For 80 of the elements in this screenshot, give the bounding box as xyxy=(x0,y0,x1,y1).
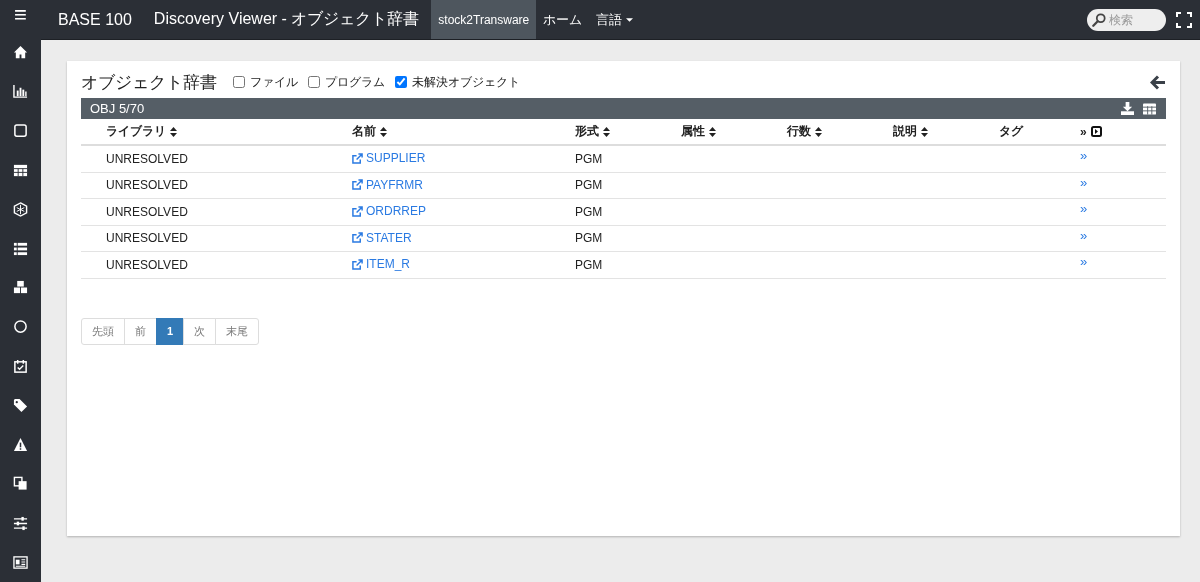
expand-link[interactable]: » xyxy=(1080,254,1088,270)
table-cell: PGM xyxy=(575,178,603,193)
circle-icon[interactable] xyxy=(13,319,28,335)
table-icon[interactable] xyxy=(13,162,28,178)
table-cell: PGM xyxy=(575,257,603,272)
brand-name: BASE 100 xyxy=(58,10,132,29)
column-header: » xyxy=(1080,124,1087,139)
download-icon[interactable] xyxy=(1121,102,1134,115)
table-cell: UNRESOLVED xyxy=(106,231,188,246)
checkbox-label: 未解決オブジェクト xyxy=(412,73,521,91)
table-cell: PGM xyxy=(575,151,603,166)
external-link-icon xyxy=(352,152,363,164)
table-cell: UNRESOLVED xyxy=(106,204,188,219)
page-title: オブジェクト辞書 xyxy=(81,71,217,94)
sort-icon[interactable] xyxy=(921,126,928,137)
column-header[interactable]: 名前 xyxy=(352,123,376,140)
nav-link[interactable]: stock2Transware xyxy=(431,0,537,39)
play-square-icon[interactable] xyxy=(1090,126,1102,137)
square-icon[interactable] xyxy=(13,123,28,139)
page-button[interactable]: 次 xyxy=(183,317,217,345)
tag-icon[interactable] xyxy=(13,397,28,413)
object-link[interactable]: STATER xyxy=(352,230,412,245)
expand-link[interactable]: » xyxy=(1080,227,1088,243)
checkbox-label: ファイル xyxy=(250,73,299,91)
checkbox[interactable] xyxy=(233,76,245,88)
sort-icon[interactable] xyxy=(380,126,387,137)
column-header[interactable]: 行数 xyxy=(787,123,811,140)
search-field[interactable]: 検索 xyxy=(1087,8,1166,31)
page-button[interactable]: 末尾 xyxy=(215,317,260,345)
checkbox[interactable] xyxy=(308,76,320,88)
table-icon[interactable] xyxy=(1143,102,1156,115)
bar-chart-icon[interactable] xyxy=(13,84,28,100)
column-header[interactable]: 属性 xyxy=(681,123,705,140)
column-header[interactable]: ライブラリ xyxy=(106,123,166,140)
expand-link[interactable]: » xyxy=(1080,148,1088,164)
record-count: OBJ 5/70 xyxy=(90,101,145,116)
external-link-icon xyxy=(352,232,363,243)
checkbox-label: プログラム xyxy=(325,73,386,91)
copy-icon[interactable] xyxy=(13,476,28,492)
external-link-icon xyxy=(352,179,363,190)
table-cell: UNRESOLVED xyxy=(106,257,188,272)
calendar-check-icon[interactable] xyxy=(13,358,28,374)
home-icon[interactable] xyxy=(13,44,28,60)
nav-link[interactable]: ホーム xyxy=(536,0,590,39)
object-link[interactable]: SUPPLIER xyxy=(352,151,426,165)
back-arrow-icon[interactable] xyxy=(1150,74,1166,90)
search-icon xyxy=(1092,12,1106,27)
warning-icon[interactable] xyxy=(13,437,28,453)
external-link-icon xyxy=(352,205,363,217)
cubes-icon[interactable] xyxy=(13,280,28,296)
page-button[interactable]: 前 xyxy=(124,317,157,345)
object-link[interactable]: ITEM_R xyxy=(352,257,410,271)
table-cell: UNRESOLVED xyxy=(106,151,188,166)
fullscreen-icon[interactable] xyxy=(1176,11,1192,28)
checkbox[interactable] xyxy=(395,76,407,88)
table-cell: PGM xyxy=(575,231,603,246)
caret-icon xyxy=(626,17,634,22)
column-header[interactable]: 形式 xyxy=(575,123,599,140)
column-header: タグ xyxy=(999,123,1023,140)
expand-link[interactable]: » xyxy=(1080,174,1088,190)
page-button[interactable]: 1 xyxy=(156,317,185,345)
table-cell: PGM xyxy=(575,204,603,219)
object-link[interactable]: ORDRREP xyxy=(352,204,426,218)
expand-link[interactable]: » xyxy=(1080,201,1088,217)
list-icon[interactable] xyxy=(13,241,28,256)
sort-icon[interactable] xyxy=(170,126,177,137)
sort-icon[interactable] xyxy=(815,126,822,137)
sort-icon[interactable] xyxy=(603,126,610,137)
id-card-icon[interactable] xyxy=(13,554,28,570)
app-title: Discovery Viewer - オブジェクト辞書 xyxy=(153,9,420,29)
hexagon-icon[interactable] xyxy=(13,201,28,217)
column-header[interactable]: 説明 xyxy=(893,123,917,140)
nav-link[interactable]: 言語 xyxy=(589,0,641,39)
external-link-icon xyxy=(352,258,363,270)
table-cell: UNRESOLVED xyxy=(106,178,188,193)
sort-icon[interactable] xyxy=(709,126,716,137)
object-link[interactable]: PAYFRMR xyxy=(352,177,423,192)
menu-button[interactable]: ≡ xyxy=(0,0,41,33)
page-button[interactable]: 先頭 xyxy=(81,317,125,345)
sliders-icon[interactable] xyxy=(13,515,28,531)
